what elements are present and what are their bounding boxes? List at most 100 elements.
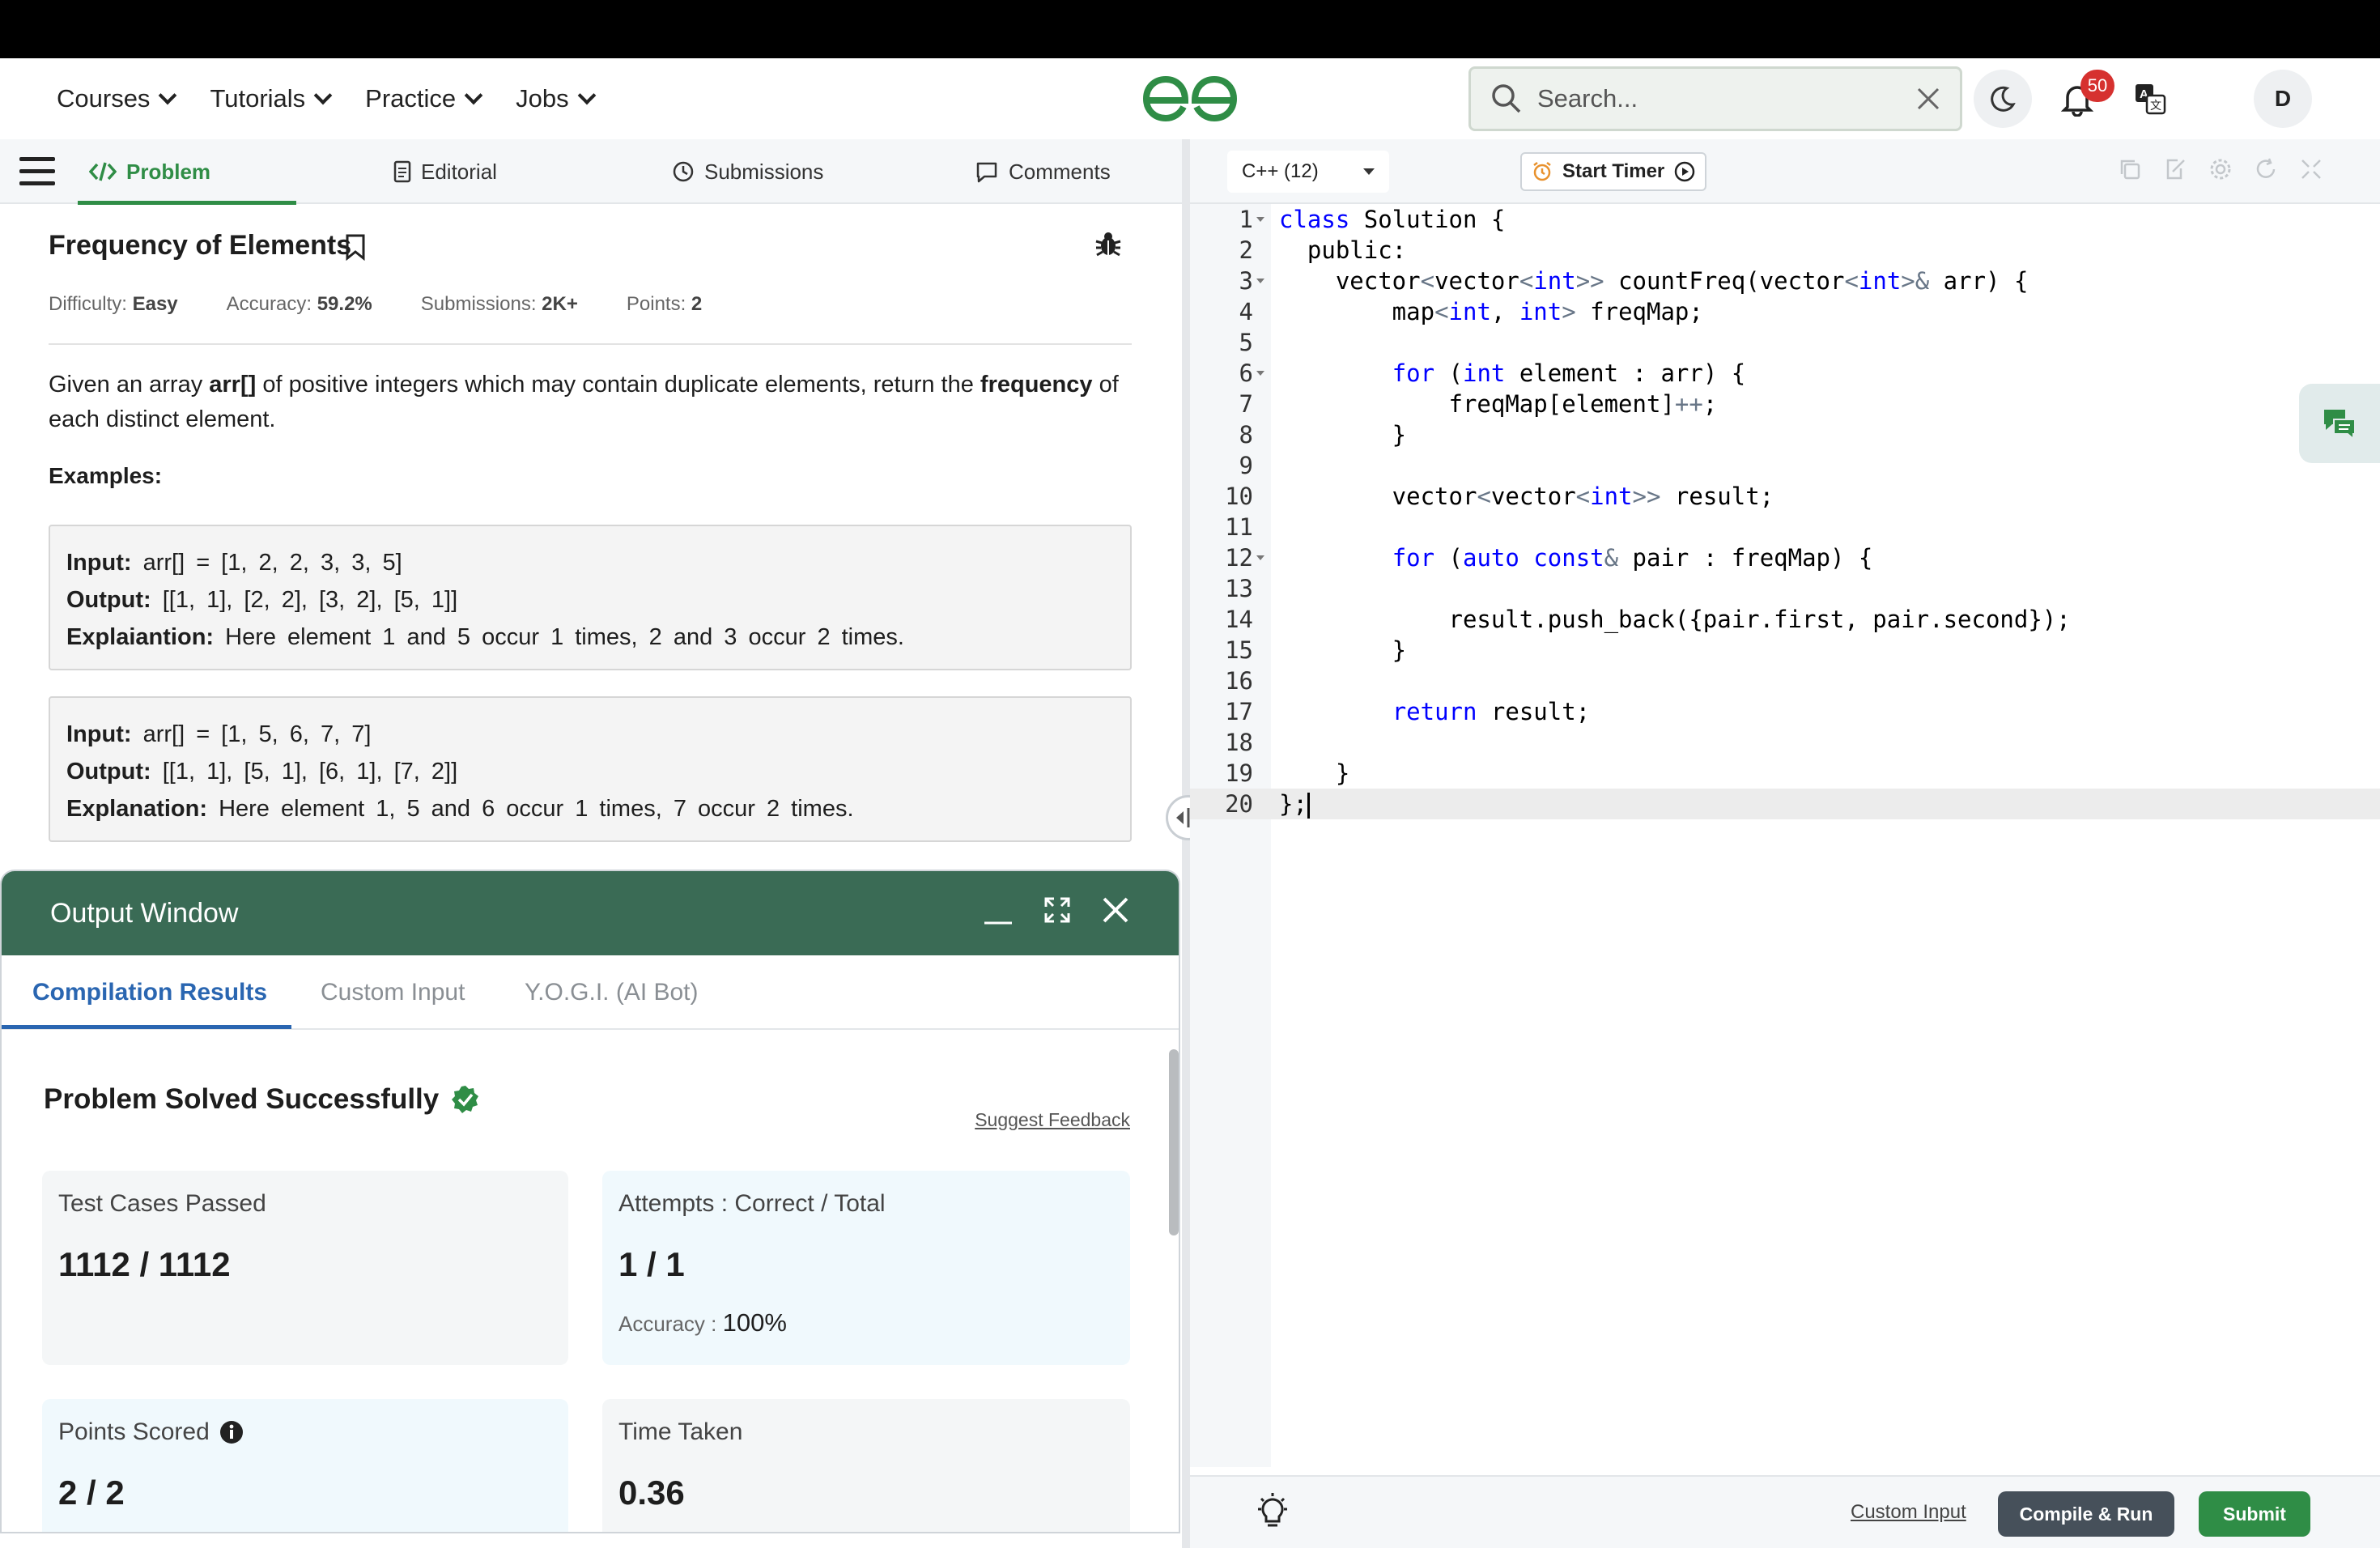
bug-report-icon[interactable] — [1094, 230, 1122, 257]
nav-jobs[interactable]: Jobs — [516, 84, 596, 113]
tab-editorial[interactable]: Editorial — [393, 139, 497, 204]
play-icon — [1675, 161, 1695, 182]
example-box: Input: arr[] = [1, 5, 6, 7, 7] Output: [… — [49, 696, 1132, 842]
tab-problem[interactable]: Problem — [89, 139, 210, 204]
code-line: 14 result.push_back({pair.first, pair.se… — [1225, 606, 2071, 633]
top-black-bar — [0, 0, 2380, 58]
fold-arrow-icon[interactable] — [1256, 371, 1264, 376]
avatar[interactable]: D — [2254, 70, 2312, 128]
output-scrollbar[interactable] — [1169, 1049, 1179, 1235]
alarm-icon — [1533, 162, 1551, 181]
tab-label: Problem — [126, 159, 211, 184]
chevron-down-icon — [159, 86, 177, 105]
submit-button[interactable]: Submit — [2199, 1491, 2310, 1537]
points-card: Points Scored 2 / 2 — [42, 1399, 568, 1532]
code-line: 18 — [1225, 729, 1253, 756]
custom-input-link[interactable]: Custom Input — [1851, 1501, 1966, 1524]
minimize-icon[interactable] — [983, 894, 1014, 926]
fold-arrow-icon[interactable] — [1256, 279, 1264, 283]
tab-label: Submissions — [704, 159, 824, 184]
start-timer-button[interactable]: Start Timer — [1520, 152, 1707, 191]
export-icon[interactable] — [2163, 157, 2187, 181]
gfg-logo[interactable] — [1140, 73, 1240, 125]
nav-tutorials[interactable]: Tutorials — [210, 84, 333, 113]
main-nav: Courses Tutorials Practice Jobs — [57, 58, 596, 139]
nav-courses[interactable]: Courses — [57, 84, 177, 113]
points: Points: 2 — [626, 293, 703, 315]
dark-mode-toggle[interactable] — [1974, 70, 2032, 128]
code-line: 3 vector<vector<int>> countFreq(vector<i… — [1239, 267, 2029, 295]
compile-run-button[interactable]: Compile & Run — [1998, 1491, 2174, 1537]
fold-arrow-icon[interactable] — [1256, 217, 1264, 222]
editor-footer: Custom Input Compile & Run Submit — [1190, 1475, 2380, 1548]
status-message: Problem Solved Successfully — [44, 1083, 481, 1116]
translate-icon: A文 — [2136, 84, 2166, 115]
copy-icon[interactable] — [2118, 157, 2142, 181]
reset-icon[interactable] — [2254, 157, 2278, 181]
accuracy: Accuracy: 59.2% — [226, 293, 372, 315]
tab-custom-input[interactable]: Custom Input — [321, 955, 465, 1030]
chevron-down-icon — [577, 86, 596, 105]
difficulty: Difficulty: Easy — [49, 293, 178, 315]
problem-title: Frequency of Elements — [49, 230, 352, 261]
output-window-header: Output Window — [2, 871, 1179, 955]
status-text: Problem Solved Successfully — [44, 1083, 440, 1115]
active-tab-indicator — [78, 201, 296, 205]
clear-search-icon[interactable] — [1916, 87, 1940, 111]
comment-icon — [976, 162, 997, 183]
bookmark-icon[interactable] — [345, 233, 366, 261]
fullscreen-icon[interactable] — [2299, 157, 2323, 181]
tab-comments[interactable]: Comments — [975, 139, 1111, 204]
tab-compilation-results[interactable]: Compilation Results — [32, 955, 267, 1030]
code-area[interactable]: 1 class Solution { 2 public: 3 vector<vec… — [1190, 204, 2380, 819]
examples-heading: Examples: — [49, 463, 163, 488]
code-line: 7 freqMap[element]++; — [1239, 390, 1718, 418]
output-tabs: Compilation Results Custom Input Y.O.G.I… — [2, 955, 1179, 1030]
nav-practice[interactable]: Practice — [365, 84, 483, 113]
card-value: 2 / 2 — [58, 1474, 125, 1512]
editor-tools — [2118, 157, 2323, 181]
info-icon[interactable] — [219, 1420, 244, 1444]
language-label: C++ (12) — [1242, 160, 1319, 182]
code-line: 5 — [1239, 329, 1253, 356]
tab-yogi-ai-bot[interactable]: Y.O.G.I. (AI Bot) — [525, 955, 699, 1030]
translate-button[interactable]: A文 — [2121, 70, 2179, 128]
menu-icon[interactable] — [19, 157, 55, 186]
panel-splitter[interactable] — [1182, 139, 1190, 1548]
nav-label: Practice — [365, 84, 457, 113]
search-box[interactable] — [1468, 66, 1962, 131]
chat-bubbles-icon — [2324, 410, 2356, 440]
card-label: Points Scored — [58, 1418, 552, 1446]
code-line: 11 — [1225, 513, 1253, 541]
nav-label: Jobs — [516, 84, 569, 113]
code-line: 13 — [1225, 575, 1253, 602]
code-line: 16 — [1225, 667, 1253, 695]
card-label: Attempts : Correct / Total — [618, 1190, 886, 1217]
fold-arrow-icon[interactable] — [1256, 555, 1264, 560]
site-header: Courses Tutorials Practice Jobs 50 A文 D — [0, 58, 2380, 139]
code-line: 6 for (int element : arr) { — [1239, 359, 1746, 387]
hint-bulb-icon[interactable] — [1255, 1493, 1290, 1532]
problem-meta: Difficulty: Easy Accuracy: 59.2% Submiss… — [49, 293, 702, 316]
search-input[interactable] — [1537, 84, 1916, 113]
search-icon — [1492, 84, 1521, 113]
chat-button[interactable] — [2299, 384, 2380, 463]
nav-label: Courses — [57, 84, 151, 113]
settings-gear-icon[interactable] — [2208, 157, 2233, 181]
attempts-card: Attempts : Correct / Total 1 / 1 Accurac… — [602, 1171, 1130, 1365]
moon-icon — [1991, 86, 2016, 112]
tab-submissions[interactable]: Submissions — [672, 139, 823, 204]
tab-label: Comments — [1009, 159, 1111, 184]
code-editor-panel: C++ (12) Start Timer 1 class Solution { 2… — [1190, 139, 2380, 1548]
suggest-feedback-link[interactable]: Suggest Feedback — [975, 1109, 1130, 1131]
timer-label: Start Timer — [1562, 160, 1665, 182]
language-select[interactable]: C++ (12) — [1227, 151, 1389, 193]
text-cursor — [1307, 793, 1310, 819]
notifications-button[interactable]: 50 — [2048, 70, 2114, 128]
active-tab-indicator — [2, 1025, 291, 1029]
expand-icon[interactable] — [1043, 895, 1072, 925]
code-line: 4 map<int, int> freqMap; — [1239, 298, 1703, 325]
code-line-current: 20}; — [1190, 789, 2380, 819]
close-icon[interactable] — [1101, 895, 1130, 925]
editor-toolbar: C++ (12) Start Timer — [1190, 139, 2380, 204]
